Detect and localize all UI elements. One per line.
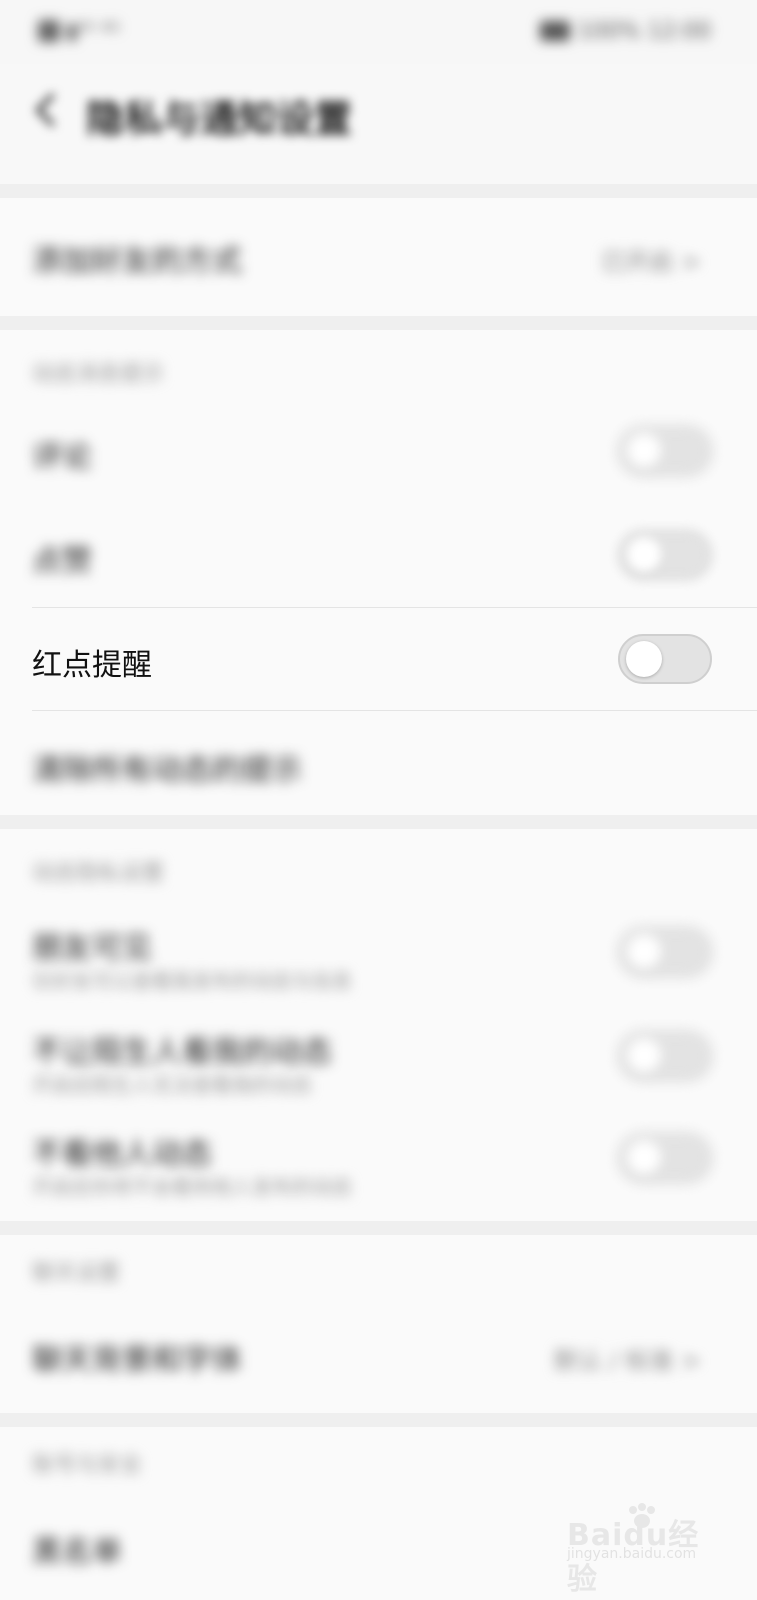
- comment-toggle[interactable]: [618, 426, 712, 476]
- status-right: 100% 12:00: [539, 16, 711, 46]
- privacy-row-3-sub: 开启后你将不会看到他人发布的动态: [32, 1175, 352, 1199]
- comment-label: 评论: [32, 440, 92, 475]
- red-dot-toggle[interactable]: [618, 634, 712, 684]
- status-left: ▮ᴵˡᴵˡ ⁴ᴳ: [38, 16, 120, 46]
- paw-icon: [629, 1503, 655, 1528]
- privacy-row-1-label: 朋友可见: [32, 931, 152, 966]
- like-label: 点赞: [32, 544, 92, 579]
- chat-setting-label[interactable]: 聊天背景和字体: [32, 1335, 242, 1379]
- section-gap: [0, 184, 757, 198]
- add-friend-method-label: 添加好友的方式: [32, 244, 242, 279]
- privacy-row-3-toggle[interactable]: [618, 1133, 712, 1183]
- red-dot-label: 红点提醒: [32, 648, 152, 683]
- section-gap: [0, 815, 757, 829]
- battery-icon: [539, 21, 570, 41]
- time-text: 100% 12:00: [577, 18, 711, 44]
- red-dot-row[interactable]: 红点提醒: [0, 608, 757, 710]
- privacy-row-2-label: 不让陌生人看我的动态: [32, 1035, 332, 1070]
- status-bar: ▮ᴵˡᴵˡ ⁴ᴳ 100% 12:00: [0, 0, 757, 64]
- section-gap: [0, 316, 757, 330]
- clear-notify-label: 清除所有动态的提示: [32, 753, 302, 788]
- section-header-account: 账号与安全: [32, 1453, 143, 1478]
- watermark-url: jingyan.baidu.com: [567, 1546, 697, 1562]
- section-gap: [0, 1413, 757, 1427]
- privacy-row-2-sub: 开启后陌生人无法查看我的动态: [32, 1073, 312, 1097]
- carrier-text: ▮ᴵˡᴵˡ ⁴ᴳ: [66, 18, 121, 44]
- privacy-row-1-toggle[interactable]: [618, 927, 712, 977]
- section-gap: [0, 1221, 757, 1235]
- privacy-row-3-label: 不看他人动态: [32, 1137, 212, 1172]
- like-toggle[interactable]: [618, 530, 712, 580]
- chat-setting-value[interactable]: 默认 / 标准 >: [554, 1341, 701, 1376]
- baidu-jingyan-watermark: Baidu经验 jingyan.baidu.com: [567, 1502, 717, 1597]
- privacy-row-1-sub: 仅好友可以查看我发布的动态与信息: [32, 969, 352, 993]
- section-privacy: 动态隐私设置 朋友可见 仅好友可以查看我发布的动态与信息 不让陌生人看我的动态 …: [0, 829, 757, 1221]
- signal-icon: [38, 20, 60, 42]
- clear-notify-row[interactable]: 清除所有动态的提示: [0, 711, 757, 815]
- section-add-friends[interactable]: 添加好友的方式 已开启 >: [0, 198, 757, 316]
- blacklist-label[interactable]: 黑名单: [32, 1527, 122, 1571]
- section-chat: 聊天设置 聊天背景和字体 默认 / 标准 >: [0, 1235, 757, 1413]
- privacy-row-2-toggle[interactable]: [618, 1031, 712, 1081]
- page-title: 隐私与通知设置: [86, 97, 353, 141]
- section-header-privacy: 动态隐私设置: [32, 861, 165, 886]
- add-friend-method-value: 已开启 >: [601, 248, 701, 276]
- section-header-chat: 聊天设置: [32, 1261, 121, 1286]
- section-header-notify: 动态消息提示: [32, 362, 165, 387]
- back-arrow-icon[interactable]: [30, 92, 60, 128]
